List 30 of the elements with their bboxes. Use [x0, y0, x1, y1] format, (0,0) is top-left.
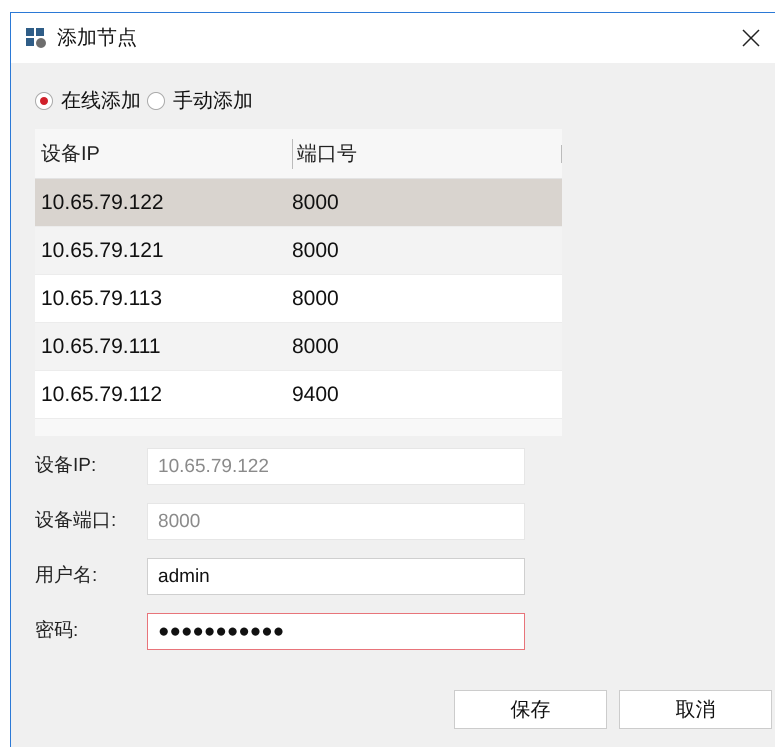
- table-cell-text: 8000: [292, 238, 339, 264]
- table-row[interactable]: 10.65.79.112 9400: [35, 371, 562, 419]
- table-row[interactable]: 10.65.79.113 8000: [35, 275, 562, 323]
- table-cell-text: 9400: [292, 382, 339, 408]
- table-cell-text: 8000: [292, 286, 339, 312]
- app-grid-icon: [25, 27, 47, 49]
- table-cell-text: 8000: [292, 334, 339, 360]
- field-label: 设备IP:: [35, 454, 98, 478]
- table-row[interactable]: 10.65.79.111 8000: [35, 323, 562, 371]
- table-cell-text: 10.65.79.121: [40, 238, 165, 264]
- window-title: 添加节点: [57, 26, 137, 51]
- field-label: 设备端口:: [35, 509, 118, 534]
- form-field[interactable]: admin: [147, 558, 525, 595]
- field-label: 密码:: [35, 619, 80, 644]
- mode-radio[interactable]: 在线添加: [35, 86, 141, 116]
- table-cell-text: 10.65.79.111: [40, 334, 162, 360]
- mode-radio[interactable]: 手动添加: [147, 86, 253, 116]
- form-field[interactable]: ●●●●●●●●●●●: [147, 613, 525, 650]
- table-cell-text: 8000: [292, 190, 339, 216]
- table-row[interactable]: 10.65.79.121 8000: [35, 227, 562, 275]
- table-row[interactable]: 10.65.79.122 8000: [35, 179, 562, 227]
- column-header[interactable]: 端口号: [292, 138, 357, 168]
- dialog-button[interactable]: 保存: [454, 690, 607, 729]
- column-header[interactable]: 设备IP: [41, 138, 100, 168]
- close-icon: [742, 29, 760, 47]
- dialog-button[interactable]: 取消: [619, 690, 772, 729]
- field-label: 用户名:: [35, 564, 98, 588]
- table-cell-text: 10.65.79.112: [40, 382, 164, 408]
- table-cell-text: 10.65.79.113: [40, 286, 164, 312]
- table-cell-text: 10.65.79.122: [40, 190, 165, 216]
